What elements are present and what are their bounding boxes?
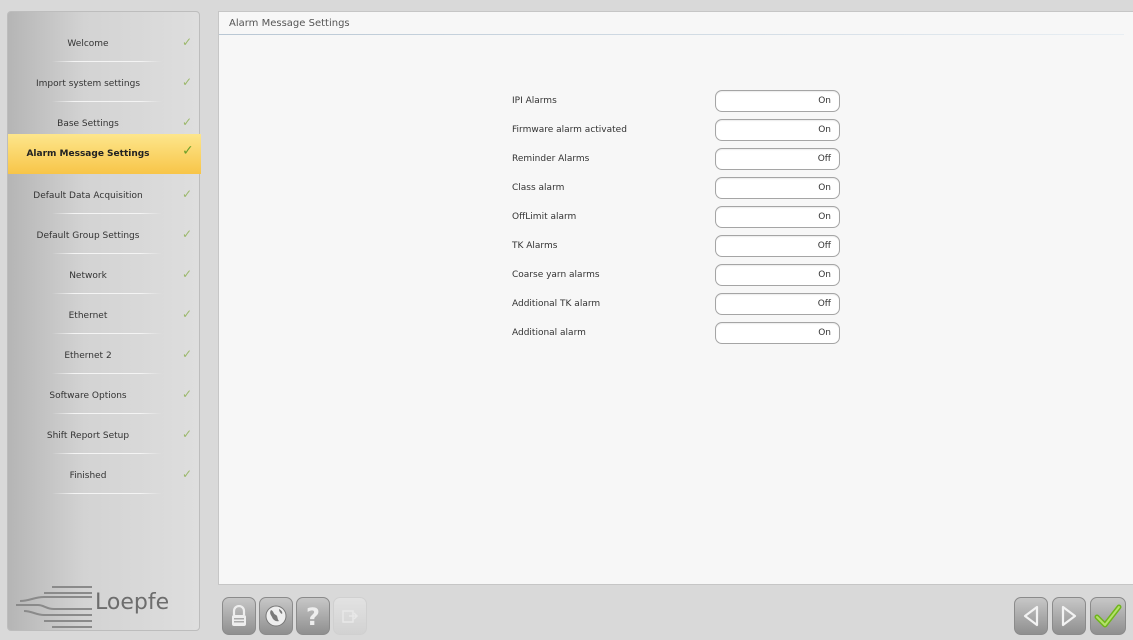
sidebar-item-label: Default Data Acquisition (33, 191, 143, 201)
check-icon: ✓ (182, 427, 193, 441)
sidebar-item-label: Import system settings (35, 79, 141, 89)
sidebar-item-finished[interactable]: Finished ✓ (8, 456, 201, 496)
check-icon: ✓ (182, 307, 193, 321)
setting-label: Additional alarm (512, 328, 586, 338)
sidebar-item-label: Alarm Message Settings (26, 149, 150, 159)
check-icon: ✓ (182, 143, 194, 159)
divider (52, 293, 162, 294)
sidebar-item-default-group-settings[interactable]: Default Group Settings ✓ (8, 216, 201, 256)
setting-label: Reminder Alarms (512, 154, 590, 164)
sidebar-item-label: Base Settings (57, 119, 119, 129)
setting-label: Firmware alarm activated (512, 125, 627, 135)
confirm-check-icon (1094, 604, 1122, 628)
check-icon: ✓ (182, 75, 193, 89)
divider (52, 213, 162, 214)
sidebar-item-network[interactable]: Network ✓ (8, 256, 201, 296)
loepfe-logo-icon (16, 586, 92, 628)
back-arrow-icon (1023, 605, 1039, 627)
setting-label: Additional TK alarm (512, 299, 601, 309)
lock-button[interactable] (222, 597, 256, 635)
logo-text: Loepfe (95, 590, 170, 615)
check-icon: ✓ (182, 267, 193, 281)
title-divider (219, 34, 1124, 35)
sidebar-item-label: Welcome (67, 39, 109, 49)
sidebar-item-import-system-settings[interactable]: Import system settings ✓ (8, 64, 201, 104)
sidebar-item-label: Finished (69, 471, 107, 481)
setting-row-ipi-alarms: IPI Alarms On (219, 90, 1119, 114)
finish-button[interactable] (1090, 597, 1126, 635)
sidebar-item-label: Ethernet 2 (64, 351, 112, 361)
sidebar-item-label: Network (69, 271, 107, 281)
globe-icon (265, 605, 287, 627)
check-icon: ✓ (182, 187, 193, 201)
divider (52, 101, 162, 102)
sidebar-item-default-data-acquisition[interactable]: Default Data Acquisition ✓ (8, 176, 201, 216)
main-panel: Alarm Message Settings IPI Alarms On Fir… (218, 11, 1133, 585)
sidebar-item-label: Shift Report Setup (46, 431, 130, 441)
setting-row-coarse-yarn-alarms: Coarse yarn alarms On (219, 264, 1119, 288)
divider (52, 253, 162, 254)
sidebar-item-software-options[interactable]: Software Options ✓ (8, 376, 201, 416)
setting-label: OffLimit alarm (512, 212, 577, 222)
setting-row-additional-tk-alarm: Additional TK alarm Off (219, 293, 1119, 317)
setting-row-reminder-alarms: Reminder Alarms Off (219, 148, 1119, 172)
ipi-alarms-select[interactable]: On (715, 90, 840, 112)
divider (52, 373, 162, 374)
setting-label: Coarse yarn alarms (512, 270, 600, 280)
back-button[interactable] (1014, 597, 1048, 635)
sidebar-item-ethernet-2[interactable]: Ethernet 2 ✓ (8, 336, 201, 376)
next-button[interactable] (1052, 597, 1086, 635)
firmware-alarm-select[interactable]: On (715, 119, 840, 141)
check-icon: ✓ (182, 467, 193, 481)
export-icon (342, 610, 359, 623)
setting-row-class-alarm: Class alarm On (219, 177, 1119, 201)
setting-label: TK Alarms (512, 241, 558, 251)
check-icon: ✓ (182, 347, 193, 361)
reminder-alarms-select[interactable]: Off (715, 148, 840, 170)
forward-arrow-icon (1061, 605, 1077, 627)
setting-row-firmware-alarm: Firmware alarm activated On (219, 119, 1119, 143)
svg-text:?: ? (306, 603, 320, 629)
additional-alarm-select[interactable]: On (715, 322, 840, 344)
check-icon: ✓ (182, 35, 193, 49)
help-button[interactable]: ? (296, 597, 330, 635)
sidebar-item-shift-report-setup[interactable]: Shift Report Setup ✓ (8, 416, 201, 456)
coarse-yarn-alarms-select[interactable]: On (715, 264, 840, 286)
divider (52, 413, 162, 414)
offlimit-alarm-select[interactable]: On (715, 206, 840, 228)
help-icon: ? (306, 603, 320, 629)
lock-icon (232, 605, 246, 626)
sidebar-item-label: Default Group Settings (36, 231, 140, 241)
language-button[interactable] (259, 597, 293, 635)
divider (52, 453, 162, 454)
divider (52, 333, 162, 334)
setting-label: Class alarm (512, 183, 565, 193)
tk-alarms-select[interactable]: Off (715, 235, 840, 257)
check-icon: ✓ (182, 227, 193, 241)
sidebar-item-welcome[interactable]: Welcome ✓ (8, 24, 201, 64)
page-title: Alarm Message Settings (229, 18, 350, 29)
sidebar-item-label: Ethernet (68, 311, 108, 321)
sidebar-item-ethernet[interactable]: Ethernet ✓ (8, 296, 201, 336)
setting-row-offlimit-alarm: OffLimit alarm On (219, 206, 1119, 230)
wizard-sidebar: Welcome ✓ Import system settings ✓ Base … (7, 11, 201, 631)
setting-label: IPI Alarms (512, 96, 557, 106)
check-icon: ✓ (182, 115, 193, 129)
setting-row-tk-alarms: TK Alarms Off (219, 235, 1119, 259)
divider (52, 61, 162, 62)
additional-tk-alarm-select[interactable]: Off (715, 293, 840, 315)
sidebar-item-label: Software Options (49, 391, 127, 401)
sidebar-item-alarm-message-settings[interactable]: Alarm Message Settings ✓ (8, 134, 201, 174)
divider (52, 493, 162, 494)
setting-row-additional-alarm: Additional alarm On (219, 322, 1119, 346)
class-alarm-select[interactable]: On (715, 177, 840, 199)
export-button[interactable] (333, 597, 367, 635)
check-icon: ✓ (182, 387, 193, 401)
